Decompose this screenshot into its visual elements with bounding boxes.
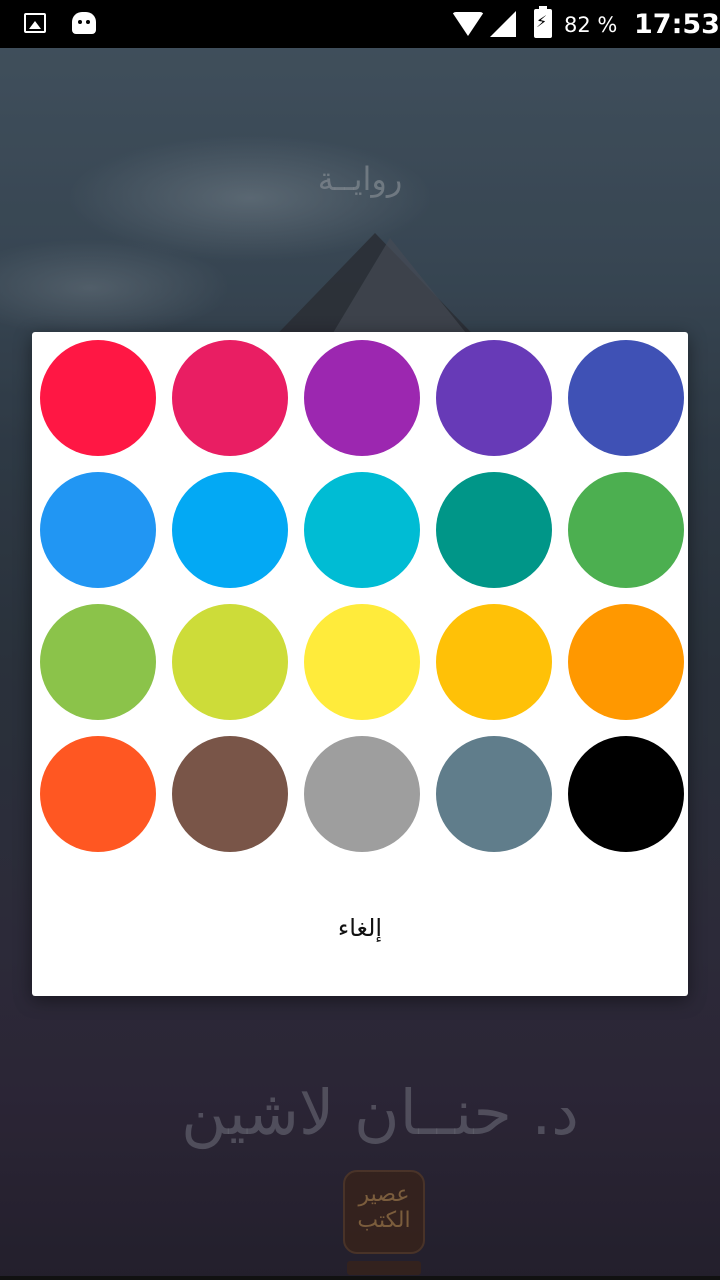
color-swatch-yellow[interactable] xyxy=(304,604,420,720)
color-swatch-blue-grey[interactable] xyxy=(436,736,552,852)
status-bar: 82 % 17:53 xyxy=(0,0,720,48)
color-swatch-red[interactable] xyxy=(40,340,156,456)
color-swatch-pink[interactable] xyxy=(172,340,288,456)
color-swatch-cyan[interactable] xyxy=(304,472,420,588)
battery-charging-icon xyxy=(534,6,552,38)
color-swatch-orange[interactable] xyxy=(568,604,684,720)
color-swatch-deep-purple[interactable] xyxy=(436,340,552,456)
screen: روايــة د. حنــان لاشين عصير الكتب 82 % … xyxy=(0,0,720,1280)
color-swatch-teal[interactable] xyxy=(436,472,552,588)
color-swatch-indigo[interactable] xyxy=(568,340,684,456)
color-swatch-amber[interactable] xyxy=(436,604,552,720)
color-swatch-light-blue[interactable] xyxy=(172,472,288,588)
color-swatch-green[interactable] xyxy=(568,472,684,588)
color-swatch-blue[interactable] xyxy=(40,472,156,588)
navigation-edge xyxy=(0,1276,720,1280)
battery-percentage: 82 % xyxy=(564,13,618,37)
clock-time: 17:53 xyxy=(634,9,720,40)
cell-signal-icon xyxy=(490,11,516,37)
image-notification-icon xyxy=(24,13,46,33)
color-swatch-black[interactable] xyxy=(568,736,684,852)
android-debug-icon xyxy=(72,12,96,34)
color-swatch-light-green[interactable] xyxy=(40,604,156,720)
color-swatch-grey[interactable] xyxy=(304,736,420,852)
wifi-icon xyxy=(452,12,484,36)
color-swatch-brown[interactable] xyxy=(172,736,288,852)
color-swatch-purple[interactable] xyxy=(304,340,420,456)
color-swatch-deep-orange[interactable] xyxy=(40,736,156,852)
color-swatch-lime[interactable] xyxy=(172,604,288,720)
cancel-button[interactable]: إلغاء xyxy=(278,888,442,968)
